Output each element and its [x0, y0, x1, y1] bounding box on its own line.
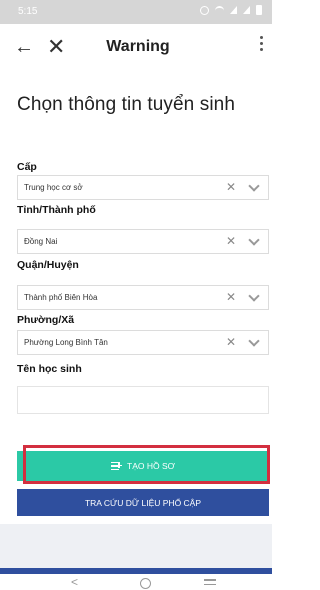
lookup-data-button[interactable]: TRA CỨU DỮ LIỆU PHỔ CẬP	[17, 489, 269, 516]
app-bar: ← ✕ Warning	[0, 24, 272, 72]
battery-icon	[256, 5, 262, 15]
system-nav-bar: <	[0, 574, 272, 590]
chevron-down-icon[interactable]	[248, 234, 260, 246]
back-arrow-icon[interactable]: ←	[14, 36, 34, 59]
app-bar-title: Warning	[106, 38, 170, 55]
chevron-down-icon[interactable]	[248, 335, 260, 347]
cap-label: Cấp	[17, 161, 37, 173]
clear-icon[interactable]: ✕	[226, 235, 236, 247]
close-icon[interactable]: ✕	[47, 34, 65, 60]
chevron-down-icon[interactable]	[248, 180, 260, 192]
tinh-value: Đồng Nai	[24, 237, 58, 246]
more-options-icon[interactable]	[260, 36, 264, 51]
status-bar: 5:15	[0, 0, 272, 24]
clear-icon[interactable]: ✕	[226, 181, 236, 193]
status-time: 5:15	[18, 6, 38, 17]
nav-back-icon[interactable]: <	[71, 576, 78, 588]
create-profile-button[interactable]: TẠO HỒ SƠ	[17, 451, 269, 481]
quan-value: Thành phố Biên Hòa	[24, 293, 98, 302]
signal-icon	[230, 6, 237, 14]
phuong-value: Phường Long Bình Tân	[24, 338, 108, 347]
cap-value: Trung học cơ sở	[24, 183, 83, 192]
ten-hoc-sinh-input[interactable]	[17, 386, 269, 414]
phuong-label: Phường/Xã	[17, 314, 75, 326]
clear-icon[interactable]: ✕	[226, 291, 236, 303]
clear-icon[interactable]: ✕	[226, 336, 236, 348]
page-title: Chọn thông tin tuyển sinh	[17, 94, 235, 115]
quan-label: Quận/Huyện	[17, 259, 79, 271]
lookup-data-label: TRA CỨU DỮ LIỆU PHỔ CẬP	[84, 497, 202, 508]
tinh-label: Tỉnh/Thành phố	[17, 204, 96, 216]
phuong-select[interactable]: Phường Long Bình Tân ✕	[17, 330, 269, 355]
nav-home-icon[interactable]	[140, 578, 151, 589]
tinh-select[interactable]: Đồng Nai ✕	[17, 229, 269, 254]
ten-hoc-sinh-label: Tên học sinh	[17, 363, 82, 375]
create-profile-label: TẠO HỒ SƠ	[127, 461, 175, 471]
quan-select[interactable]: Thành phố Biên Hòa ✕	[17, 285, 269, 310]
add-list-icon	[111, 461, 123, 471]
nav-recents-icon[interactable]	[204, 579, 216, 588]
footer-area	[0, 524, 272, 568]
signal-icon-2	[243, 6, 250, 14]
alarm-icon	[200, 5, 209, 15]
status-icons	[200, 5, 262, 15]
chevron-down-icon[interactable]	[248, 290, 260, 302]
cap-select[interactable]: Trung học cơ sở ✕	[17, 175, 269, 200]
wifi-icon	[215, 5, 224, 15]
